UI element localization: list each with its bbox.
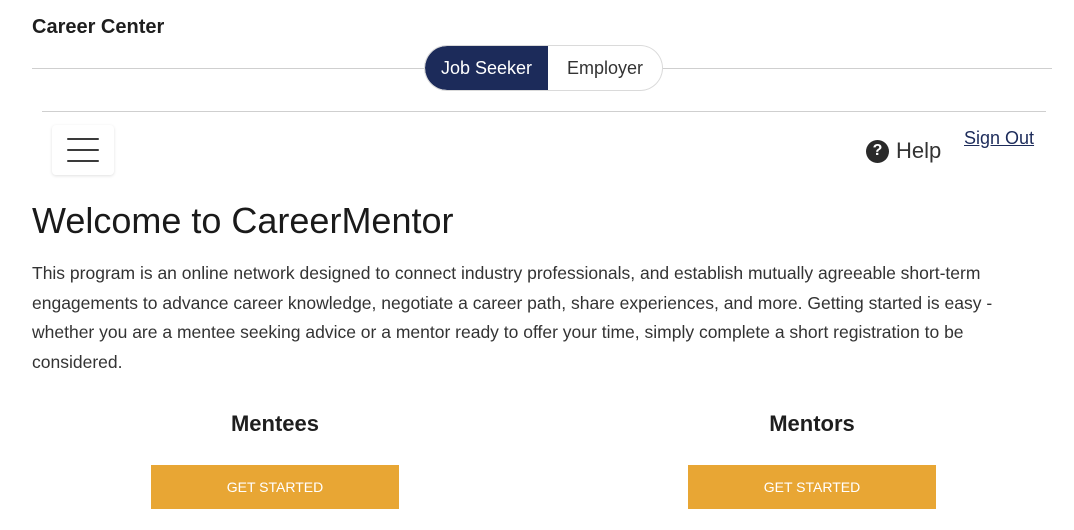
menu-button[interactable] bbox=[52, 125, 114, 175]
question-circle-icon: ? bbox=[866, 139, 889, 163]
sign-out-link[interactable]: Sign Out bbox=[964, 128, 1034, 149]
mentors-heading: Mentors bbox=[769, 411, 855, 436]
mentors-get-started-button[interactable]: GET STARTED bbox=[688, 465, 936, 509]
header-divider bbox=[42, 111, 1046, 112]
mentees-heading: Mentees bbox=[230, 411, 320, 436]
role-toggle: Job Seeker Employer bbox=[425, 46, 662, 90]
intro-text: This program is an online network design… bbox=[32, 263, 993, 372]
app-title: Career Center bbox=[32, 16, 165, 38]
hamburger-menu-icon bbox=[67, 138, 99, 162]
page-title: Welcome to CareerMentor bbox=[32, 200, 454, 241]
mentees-section: Mentees GET STARTED bbox=[151, 410, 399, 509]
help-label: Help bbox=[896, 138, 942, 163]
job-seeker-toggle[interactable]: Job Seeker bbox=[425, 46, 548, 90]
page: Career Center Job Seeker Employer ? Help… bbox=[0, 0, 1074, 530]
mentees-get-started-button[interactable]: GET STARTED bbox=[151, 465, 399, 509]
mentors-section: Mentors GET STARTED bbox=[688, 410, 936, 509]
employer-toggle[interactable]: Employer bbox=[548, 46, 662, 90]
help-link[interactable]: ? Help bbox=[866, 138, 941, 164]
